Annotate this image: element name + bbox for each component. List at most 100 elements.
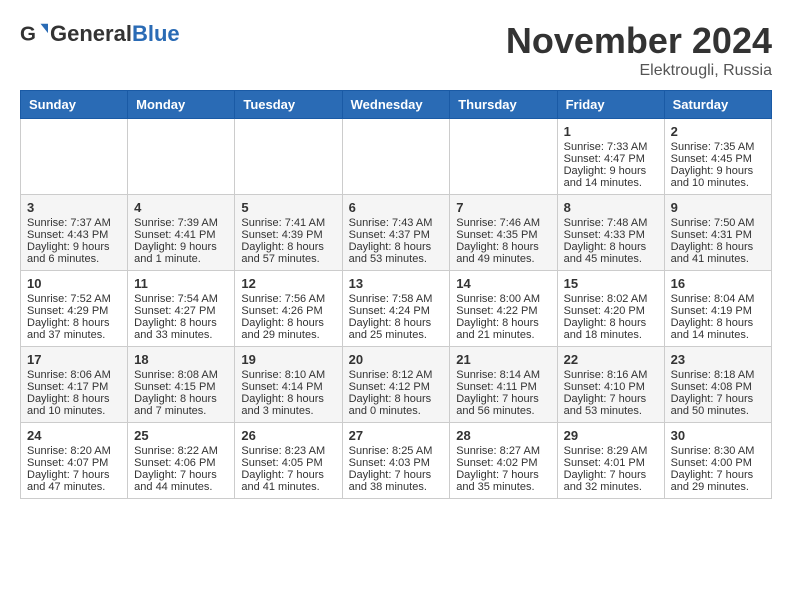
day-number: 6 xyxy=(349,200,444,215)
day-info: Sunrise: 8:10 AM xyxy=(241,369,335,381)
day-info: Sunset: 4:22 PM xyxy=(456,305,550,317)
day-info: Sunrise: 8:02 AM xyxy=(564,293,658,305)
calendar-cell: 5Sunrise: 7:41 AMSunset: 4:39 PMDaylight… xyxy=(235,195,342,271)
day-info: Daylight: 9 hours and 1 minute. xyxy=(134,241,228,265)
weekday-header-saturday: Saturday xyxy=(664,91,771,119)
calendar-cell: 15Sunrise: 8:02 AMSunset: 4:20 PMDayligh… xyxy=(557,271,664,347)
day-info: Daylight: 8 hours and 33 minutes. xyxy=(134,317,228,341)
day-number: 22 xyxy=(564,352,658,367)
day-info: Sunset: 4:31 PM xyxy=(671,229,765,241)
day-number: 26 xyxy=(241,428,335,443)
day-info: Sunrise: 8:20 AM xyxy=(27,445,121,457)
day-info: Sunset: 4:26 PM xyxy=(241,305,335,317)
day-info: Sunrise: 8:14 AM xyxy=(456,369,550,381)
day-info: Sunset: 4:05 PM xyxy=(241,457,335,469)
day-info: Daylight: 7 hours and 53 minutes. xyxy=(564,393,658,417)
day-info: Sunrise: 8:22 AM xyxy=(134,445,228,457)
day-number: 11 xyxy=(134,276,228,291)
calendar-cell: 12Sunrise: 7:56 AMSunset: 4:26 PMDayligh… xyxy=(235,271,342,347)
day-info: Sunrise: 8:25 AM xyxy=(349,445,444,457)
day-info: Sunset: 4:07 PM xyxy=(27,457,121,469)
day-info: Daylight: 7 hours and 35 minutes. xyxy=(456,469,550,493)
calendar-cell xyxy=(235,119,342,195)
day-number: 8 xyxy=(564,200,658,215)
day-info: Sunset: 4:47 PM xyxy=(564,153,658,165)
day-info: Daylight: 8 hours and 25 minutes. xyxy=(349,317,444,341)
day-info: Daylight: 8 hours and 45 minutes. xyxy=(564,241,658,265)
day-info: Sunset: 4:12 PM xyxy=(349,381,444,393)
day-number: 28 xyxy=(456,428,550,443)
logo-blue-text: Blue xyxy=(132,21,180,46)
calendar-cell: 2Sunrise: 7:35 AMSunset: 4:45 PMDaylight… xyxy=(664,119,771,195)
day-number: 13 xyxy=(349,276,444,291)
day-info: Sunrise: 8:18 AM xyxy=(671,369,765,381)
logo-icon: G xyxy=(20,20,48,48)
weekday-header-friday: Friday xyxy=(557,91,664,119)
day-info: Sunrise: 8:08 AM xyxy=(134,369,228,381)
day-info: Daylight: 7 hours and 44 minutes. xyxy=(134,469,228,493)
day-info: Sunrise: 7:46 AM xyxy=(456,217,550,229)
weekday-header-row: SundayMondayTuesdayWednesdayThursdayFrid… xyxy=(21,91,772,119)
logo: G GeneralBlue xyxy=(20,20,180,48)
day-info: Sunset: 4:41 PM xyxy=(134,229,228,241)
day-info: Daylight: 8 hours and 14 minutes. xyxy=(671,317,765,341)
weekday-header-sunday: Sunday xyxy=(21,91,128,119)
day-number: 29 xyxy=(564,428,658,443)
day-info: Daylight: 9 hours and 6 minutes. xyxy=(27,241,121,265)
day-info: Sunrise: 8:04 AM xyxy=(671,293,765,305)
day-info: Sunrise: 8:30 AM xyxy=(671,445,765,457)
day-info: Daylight: 7 hours and 41 minutes. xyxy=(241,469,335,493)
page-header: G GeneralBlue November 2024 Elektrougli,… xyxy=(20,20,772,80)
day-number: 9 xyxy=(671,200,765,215)
day-info: Sunset: 4:33 PM xyxy=(564,229,658,241)
day-info: Daylight: 7 hours and 38 minutes. xyxy=(349,469,444,493)
calendar-cell: 8Sunrise: 7:48 AMSunset: 4:33 PMDaylight… xyxy=(557,195,664,271)
day-info: Sunrise: 8:16 AM xyxy=(564,369,658,381)
day-number: 16 xyxy=(671,276,765,291)
logo-general-text: General xyxy=(50,21,132,46)
day-number: 30 xyxy=(671,428,765,443)
calendar-cell: 16Sunrise: 8:04 AMSunset: 4:19 PMDayligh… xyxy=(664,271,771,347)
calendar-cell: 7Sunrise: 7:46 AMSunset: 4:35 PMDaylight… xyxy=(450,195,557,271)
day-info: Daylight: 8 hours and 18 minutes. xyxy=(564,317,658,341)
calendar-cell: 17Sunrise: 8:06 AMSunset: 4:17 PMDayligh… xyxy=(21,347,128,423)
calendar-cell: 24Sunrise: 8:20 AMSunset: 4:07 PMDayligh… xyxy=(21,423,128,499)
day-info: Sunset: 4:11 PM xyxy=(456,381,550,393)
day-number: 15 xyxy=(564,276,658,291)
calendar-cell: 23Sunrise: 8:18 AMSunset: 4:08 PMDayligh… xyxy=(664,347,771,423)
calendar-cell: 3Sunrise: 7:37 AMSunset: 4:43 PMDaylight… xyxy=(21,195,128,271)
day-info: Sunrise: 8:06 AM xyxy=(27,369,121,381)
day-info: Daylight: 8 hours and 37 minutes. xyxy=(27,317,121,341)
day-info: Sunrise: 8:29 AM xyxy=(564,445,658,457)
day-info: Sunset: 4:29 PM xyxy=(27,305,121,317)
day-info: Daylight: 7 hours and 56 minutes. xyxy=(456,393,550,417)
calendar-cell: 13Sunrise: 7:58 AMSunset: 4:24 PMDayligh… xyxy=(342,271,450,347)
day-number: 23 xyxy=(671,352,765,367)
weekday-header-monday: Monday xyxy=(128,91,235,119)
day-info: Daylight: 8 hours and 21 minutes. xyxy=(456,317,550,341)
day-info: Sunrise: 8:27 AM xyxy=(456,445,550,457)
calendar-cell: 9Sunrise: 7:50 AMSunset: 4:31 PMDaylight… xyxy=(664,195,771,271)
day-info: Daylight: 7 hours and 47 minutes. xyxy=(27,469,121,493)
day-info: Daylight: 8 hours and 7 minutes. xyxy=(134,393,228,417)
weekday-header-wednesday: Wednesday xyxy=(342,91,450,119)
day-number: 1 xyxy=(564,124,658,139)
calendar-cell: 10Sunrise: 7:52 AMSunset: 4:29 PMDayligh… xyxy=(21,271,128,347)
title-block: November 2024 Elektrougli, Russia xyxy=(506,20,772,80)
day-info: Sunrise: 7:43 AM xyxy=(349,217,444,229)
day-info: Sunrise: 7:39 AM xyxy=(134,217,228,229)
day-info: Sunset: 4:35 PM xyxy=(456,229,550,241)
location: Elektrougli, Russia xyxy=(506,62,772,80)
day-info: Daylight: 9 hours and 10 minutes. xyxy=(671,165,765,189)
calendar-cell xyxy=(342,119,450,195)
day-info: Sunrise: 7:50 AM xyxy=(671,217,765,229)
calendar-row: 3Sunrise: 7:37 AMSunset: 4:43 PMDaylight… xyxy=(21,195,772,271)
day-number: 19 xyxy=(241,352,335,367)
day-info: Sunset: 4:27 PM xyxy=(134,305,228,317)
day-info: Sunrise: 7:56 AM xyxy=(241,293,335,305)
day-number: 10 xyxy=(27,276,121,291)
day-info: Sunrise: 8:00 AM xyxy=(456,293,550,305)
svg-text:G: G xyxy=(20,23,36,46)
day-info: Daylight: 7 hours and 29 minutes. xyxy=(671,469,765,493)
calendar-row: 17Sunrise: 8:06 AMSunset: 4:17 PMDayligh… xyxy=(21,347,772,423)
